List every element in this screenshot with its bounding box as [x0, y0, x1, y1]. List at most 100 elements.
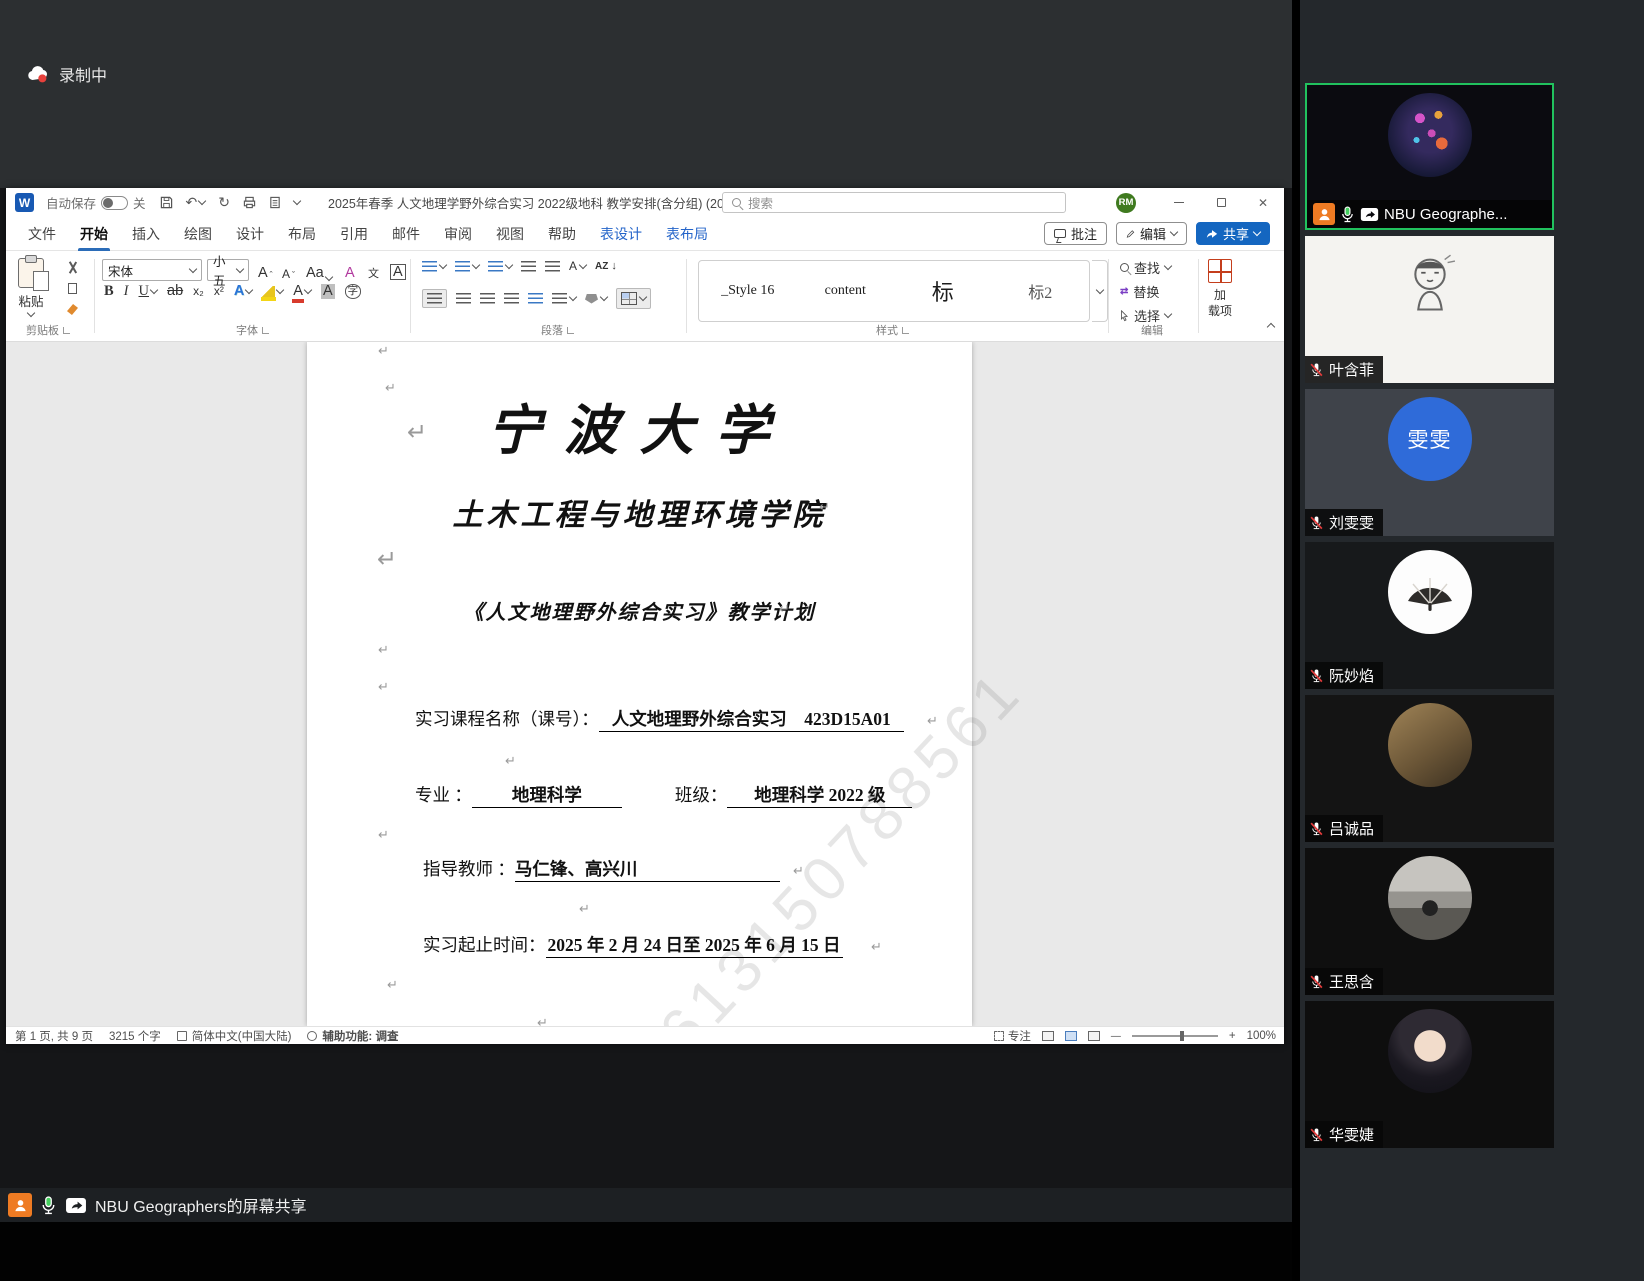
dialog-launcher-icon[interactable]	[567, 327, 574, 334]
dialog-launcher-icon[interactable]	[902, 327, 909, 334]
shading-button[interactable]	[585, 294, 607, 304]
print-icon[interactable]	[243, 196, 256, 209]
participant-tile[interactable]: 阮妙焰	[1305, 542, 1554, 689]
collapse-ribbon-button[interactable]	[1268, 319, 1274, 333]
character-border-button[interactable]: A	[390, 260, 406, 280]
zoom-slider-thumb[interactable]	[1180, 1031, 1184, 1041]
align-center-button[interactable]	[456, 293, 471, 304]
paste-button[interactable]: 粘贴	[18, 258, 44, 316]
highlight-button[interactable]	[262, 286, 283, 297]
format-painter-button[interactable]	[64, 302, 81, 317]
word-logo-icon[interactable]: W	[15, 193, 34, 212]
tab-references[interactable]: 引用	[328, 217, 380, 251]
shrink-font-button[interactable]: Aˇ	[282, 260, 295, 280]
participant-tile[interactable]: 王思含	[1305, 848, 1554, 995]
tab-insert[interactable]: 插入	[120, 217, 172, 251]
share-button[interactable]: 共享	[1196, 222, 1270, 245]
phonetic-guide-button[interactable]: 文	[368, 260, 379, 280]
participant-tile[interactable]: 雯雯 刘雯雯	[1305, 389, 1554, 536]
clear-formatting-button[interactable]: A	[345, 260, 355, 280]
document-page[interactable]: 小小苏 +8613150788561 ↵ ↵ ↵ 宁波大学 土木工程与地理环境学…	[307, 342, 972, 1026]
find-button[interactable]: 查找	[1120, 258, 1171, 277]
tab-design[interactable]: 设计	[224, 217, 276, 251]
account-avatar[interactable]: RM	[1116, 193, 1136, 213]
redo-icon[interactable]: ↻	[218, 194, 230, 211]
line-spacing-button[interactable]	[552, 293, 576, 304]
tab-mailings[interactable]: 邮件	[380, 217, 432, 251]
cut-button[interactable]	[64, 260, 81, 275]
superscript-button[interactable]: x²	[214, 285, 224, 297]
zoom-slider[interactable]	[1132, 1035, 1218, 1037]
focus-mode-button[interactable]: 专注	[994, 1028, 1031, 1044]
decrease-indent-button[interactable]	[521, 261, 536, 272]
numbering-button[interactable]	[455, 261, 479, 272]
zoom-in-button[interactable]: +	[1229, 1030, 1236, 1042]
screen-share-icon[interactable]	[65, 1197, 87, 1214]
style-item[interactable]: _Style 16	[699, 283, 797, 299]
undo-button[interactable]: ↶	[186, 194, 206, 211]
style-item[interactable]: content	[797, 283, 895, 299]
tab-draw[interactable]: 绘图	[172, 217, 224, 251]
participant-tile[interactable]: NBU Geographe...	[1305, 83, 1554, 230]
save-icon[interactable]	[160, 196, 173, 209]
page-indicator[interactable]: 第 1 页, 共 9 页	[15, 1028, 93, 1044]
increase-indent-button[interactable]	[545, 261, 560, 272]
subscript-button[interactable]: x₂	[193, 285, 204, 297]
tab-review[interactable]: 审阅	[432, 217, 484, 251]
participant-tile[interactable]: 吕诚品	[1305, 695, 1554, 842]
align-right-button[interactable]	[480, 293, 495, 304]
font-color-button[interactable]: A	[293, 284, 311, 299]
autosave-toggle[interactable]	[101, 196, 128, 210]
addins-button[interactable]: 加 载项	[1208, 259, 1232, 319]
tab-table-design[interactable]: 表设计	[588, 217, 654, 251]
replace-button[interactable]: ⇄ 替换	[1120, 282, 1159, 301]
multilevel-list-button[interactable]	[488, 261, 512, 272]
customize-qat-chevron-icon[interactable]	[293, 197, 301, 205]
search-input[interactable]: 搜索	[722, 192, 1066, 213]
strikethrough-button[interactable]: ab	[167, 284, 183, 299]
participant-tile[interactable]: 叶含菲	[1305, 236, 1554, 383]
style-item[interactable]: 标2	[992, 279, 1090, 303]
web-layout-button[interactable]	[1088, 1031, 1100, 1041]
text-effects-button[interactable]: A	[234, 284, 252, 299]
tab-help[interactable]: 帮助	[536, 217, 588, 251]
tab-file[interactable]: 文件	[16, 217, 68, 251]
read-mode-button[interactable]	[1042, 1031, 1054, 1041]
grow-font-button[interactable]: Aˆ	[258, 260, 273, 280]
style-item[interactable]: 标	[894, 275, 992, 307]
enclose-characters-button[interactable]: 字	[345, 284, 362, 299]
tab-table-layout[interactable]: 表布局	[654, 217, 720, 251]
comments-button[interactable]: 批注	[1044, 222, 1107, 245]
editing-mode-button[interactable]: 编辑	[1116, 222, 1187, 245]
italic-button[interactable]: I	[124, 284, 129, 299]
sort-button[interactable]: AZ↓	[595, 261, 617, 272]
zoom-out-button[interactable]: —	[1111, 1031, 1121, 1042]
restore-button[interactable]	[1200, 188, 1242, 217]
align-left-button[interactable]	[422, 289, 447, 308]
change-case-button[interactable]: Aa	[306, 260, 332, 280]
participant-tile[interactable]: 华雯婕	[1305, 1001, 1554, 1148]
close-button[interactable]: ✕	[1242, 188, 1284, 217]
tab-view[interactable]: 视图	[484, 217, 536, 251]
borders-button[interactable]	[616, 288, 651, 309]
zoom-level[interactable]: 100%	[1247, 1030, 1276, 1042]
underline-button[interactable]: U	[139, 284, 157, 299]
print-layout-button[interactable]	[1065, 1031, 1077, 1041]
styles-gallery-more-button[interactable]	[1092, 260, 1108, 322]
language-indicator[interactable]: 简体中文(中国大陆)	[177, 1028, 292, 1044]
dialog-launcher-icon[interactable]	[262, 327, 269, 334]
microphone-icon[interactable]	[40, 1196, 57, 1215]
font-size-combo[interactable]: 小五	[207, 259, 249, 281]
asian-layout-button[interactable]: A	[569, 260, 586, 272]
accessibility-status[interactable]: 辅助功能: 调查	[307, 1028, 398, 1044]
justify-button[interactable]	[504, 293, 519, 304]
bold-button[interactable]: B	[104, 284, 114, 299]
font-name-combo[interactable]: 宋体	[102, 259, 202, 281]
word-count[interactable]: 3215 个字	[109, 1028, 161, 1044]
tab-home[interactable]: 开始	[68, 217, 120, 251]
bullets-button[interactable]	[422, 261, 446, 272]
character-shading-button[interactable]: A	[321, 284, 335, 299]
document-icon[interactable]	[269, 196, 281, 209]
distribute-button[interactable]	[528, 293, 543, 304]
copy-button[interactable]	[64, 281, 81, 296]
